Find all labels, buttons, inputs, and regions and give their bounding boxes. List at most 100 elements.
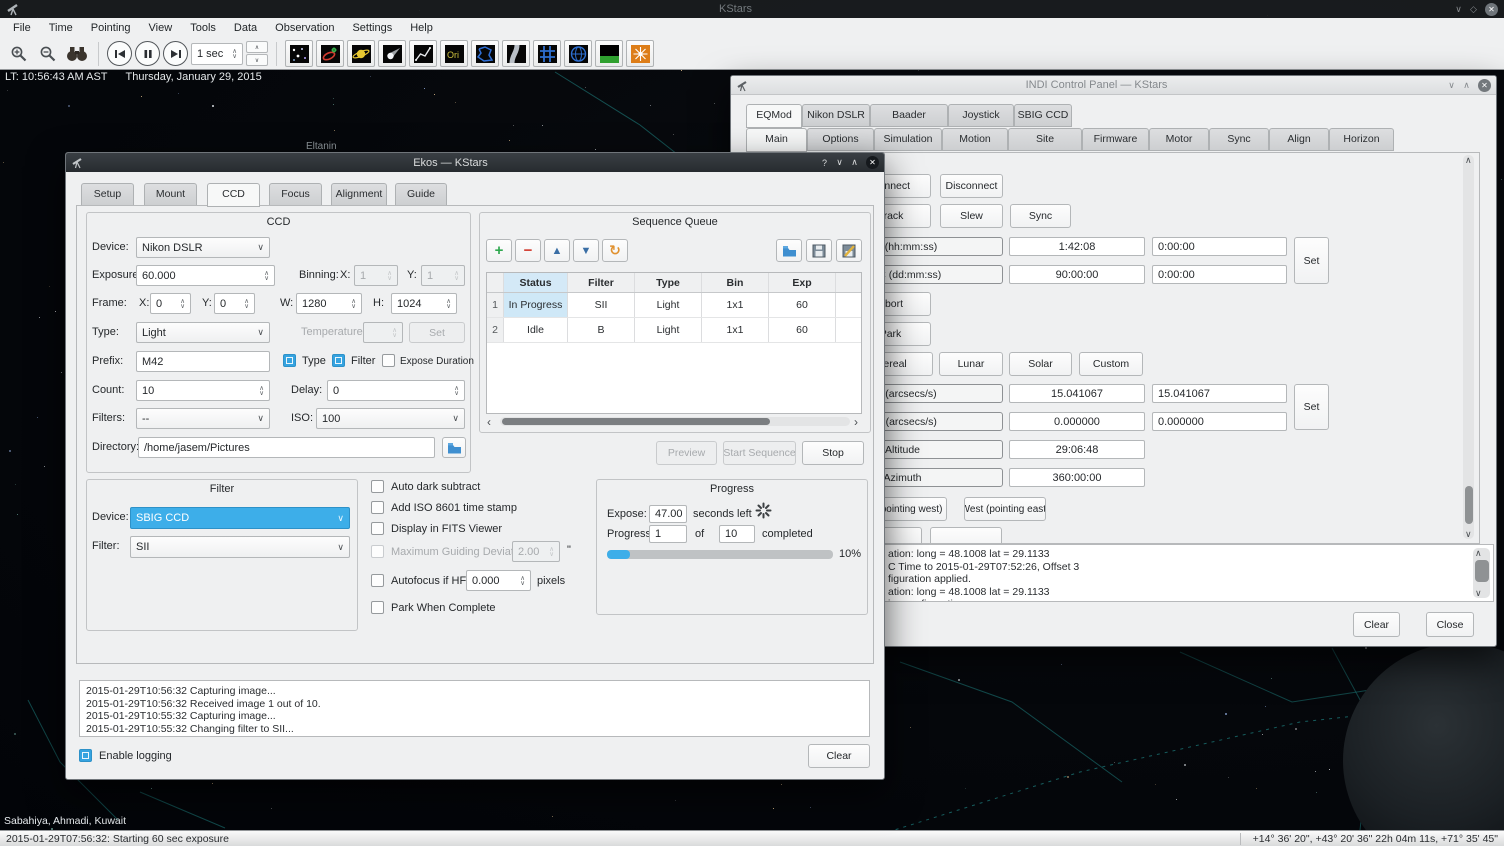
prefix-filter-checkbox[interactable] [332,354,345,367]
frame-x-spinbox[interactable]: 0 [150,293,191,314]
tab-firmware[interactable]: Firmware [1082,128,1149,151]
disconnect-button[interactable]: Disconnect [940,174,1003,198]
prefix-expose-checkbox[interactable] [382,354,395,367]
auto-dark-checkbox[interactable] [371,480,384,493]
toggle-planets-icon[interactable] [347,40,375,67]
autofocus-checkbox[interactable] [371,574,384,587]
menu-data[interactable]: Data [225,22,266,34]
stop-button[interactable]: Stop [802,441,864,465]
start-sequence-button[interactable]: Start Sequence [723,441,796,465]
scroll-up-icon[interactable]: ∧ [1465,155,1472,165]
col-exp[interactable]: Exp [769,273,836,292]
table-row[interactable]: 2 Idle B Light 1x1 60 [487,318,861,343]
menu-time[interactable]: Time [40,22,82,34]
frame-h-spinbox[interactable]: 1024 [391,293,457,314]
help-icon[interactable]: ? [817,158,832,168]
rate-set-button[interactable]: Set [1294,384,1329,430]
reset-jobs-icon[interactable]: ↻ [602,239,628,262]
menu-help[interactable]: Help [401,22,442,34]
tab-alignment[interactable]: Alignment [331,183,387,206]
toggle-comets-icon[interactable] [378,40,406,67]
menu-pointing[interactable]: Pointing [82,22,140,34]
ra-rate-target-field[interactable]: 15.041067 [1152,384,1287,403]
col-status[interactable]: Status [504,273,568,292]
fits-viewer-checkbox[interactable] [371,522,384,535]
preview-button[interactable]: Preview [656,441,717,465]
filter-select[interactable]: SII [130,536,350,558]
enable-logging-checkbox[interactable] [79,749,92,762]
ra-target-field[interactable]: 0:00:00 [1152,237,1287,256]
tab-align[interactable]: Align [1269,128,1329,151]
park-checkbox[interactable] [371,601,384,614]
toggle-deep-sky-objects-icon[interactable] [316,40,344,67]
tab-nikon-dslr[interactable]: Nikon DSLR [802,104,870,127]
sequence-table[interactable]: Status Filter Type Bin Exp 1 In Progress… [486,272,862,414]
main-titlebar[interactable]: KStars ∨ ◇ ✕ [0,0,1504,18]
menu-tools[interactable]: Tools [181,22,225,34]
minimize-icon[interactable]: ∨ [1451,4,1466,15]
sync-button[interactable]: Sync [1010,204,1071,228]
dec-value-field[interactable]: 90:00:00 [1009,265,1145,284]
time-step-stepper[interactable]: ∧ ∨ [246,41,268,66]
guiding-deviation-checkbox[interactable] [371,545,384,558]
prefix-type-checkbox[interactable] [283,354,296,367]
tab-guide[interactable]: Guide [395,183,447,206]
scroll-down-icon[interactable]: ∨ [1465,529,1472,539]
toggle-equatorial-grid-icon[interactable] [533,40,561,67]
col-bin[interactable]: Bin [702,273,769,292]
col-filter[interactable]: Filter [568,273,635,292]
prefix-field[interactable]: M42 [136,351,270,372]
pier-west-button[interactable]: West (pointing east) [964,497,1046,521]
menu-file[interactable]: File [4,22,40,34]
ekos-clear-button[interactable]: Clear [808,744,870,768]
toggle-constellation-names-icon[interactable]: Ori [440,40,468,67]
indi-vertical-scrollbar[interactable]: ∧ ∨ [1463,155,1474,539]
sequence-hscrollbar[interactable] [500,417,850,426]
step-up-icon[interactable]: ∧ [246,41,268,53]
menu-view[interactable]: View [140,22,182,34]
step-forward-icon[interactable] [163,41,188,66]
tab-sbig-ccd[interactable]: SBIG CCD [1014,104,1072,127]
menu-settings[interactable]: Settings [343,22,401,34]
restore-icon[interactable]: ∧ [847,157,862,168]
frame-w-spinbox[interactable]: 1280 [296,293,362,314]
tab-motion-control[interactable]: Motion Control [942,128,1008,151]
tab-motor-status[interactable]: Motor Status [1149,128,1209,151]
remove-job-icon[interactable]: − [515,239,541,262]
dec-target-field[interactable]: 0:00:00 [1152,265,1287,284]
frame-type-select[interactable]: Light [136,322,270,343]
col-type[interactable]: Type [635,273,702,292]
tab-baader-steeldrive[interactable]: Baader SteelDrive [870,104,948,127]
tab-sync[interactable]: Sync [1209,128,1269,151]
filter-device-select[interactable]: SBIG CCD [130,507,350,529]
time-to-start-icon[interactable] [107,41,132,66]
menu-observation[interactable]: Observation [266,22,343,34]
ekos-titlebar[interactable]: Ekos — KStars ? ∨ ∧ ✕ [66,153,884,172]
ekos-log-view[interactable]: 2015-01-29T10:56:32 Capturing image... 2… [79,680,870,737]
clipped-button[interactable] [930,527,1002,544]
move-job-up-icon[interactable]: ▲ [544,239,570,262]
delay-spinbox[interactable]: 0 [327,380,465,401]
filters-select[interactable]: -- [136,408,270,429]
toggle-supernovae-icon[interactable] [626,40,654,67]
save-sequence-as-icon[interactable] [836,239,862,262]
ccd-device-select[interactable]: Nikon DSLR [136,237,270,258]
tab-options[interactable]: Options [807,128,874,151]
pause-icon[interactable] [135,41,160,66]
browse-directory-icon[interactable] [442,437,466,458]
count-spinbox[interactable]: 10 [136,380,270,401]
zoom-in-icon[interactable] [6,41,32,67]
indi-titlebar[interactable]: INDI Control Panel — KStars ∨ ∧ ✕ [731,76,1496,95]
indi-close-button[interactable]: Close [1426,612,1474,637]
frame-y-spinbox[interactable]: 0 [214,293,255,314]
zoom-out-icon[interactable] [35,41,61,67]
move-job-down-icon[interactable]: ▼ [573,239,599,262]
scrollbar-thumb[interactable] [1475,560,1489,582]
scroll-up-icon[interactable]: ∧ [1475,548,1482,558]
hfr-spinbox[interactable]: 0.000 [466,570,531,591]
solar-button[interactable]: Solar [1009,352,1072,376]
table-row[interactable]: 1 In Progress SII Light 1x1 60 [487,293,861,318]
tab-joystick[interactable]: Joystick [948,104,1014,127]
de-rate-target-field[interactable]: 0.000000 [1152,412,1287,431]
scrollbar-thumb[interactable] [502,418,770,425]
